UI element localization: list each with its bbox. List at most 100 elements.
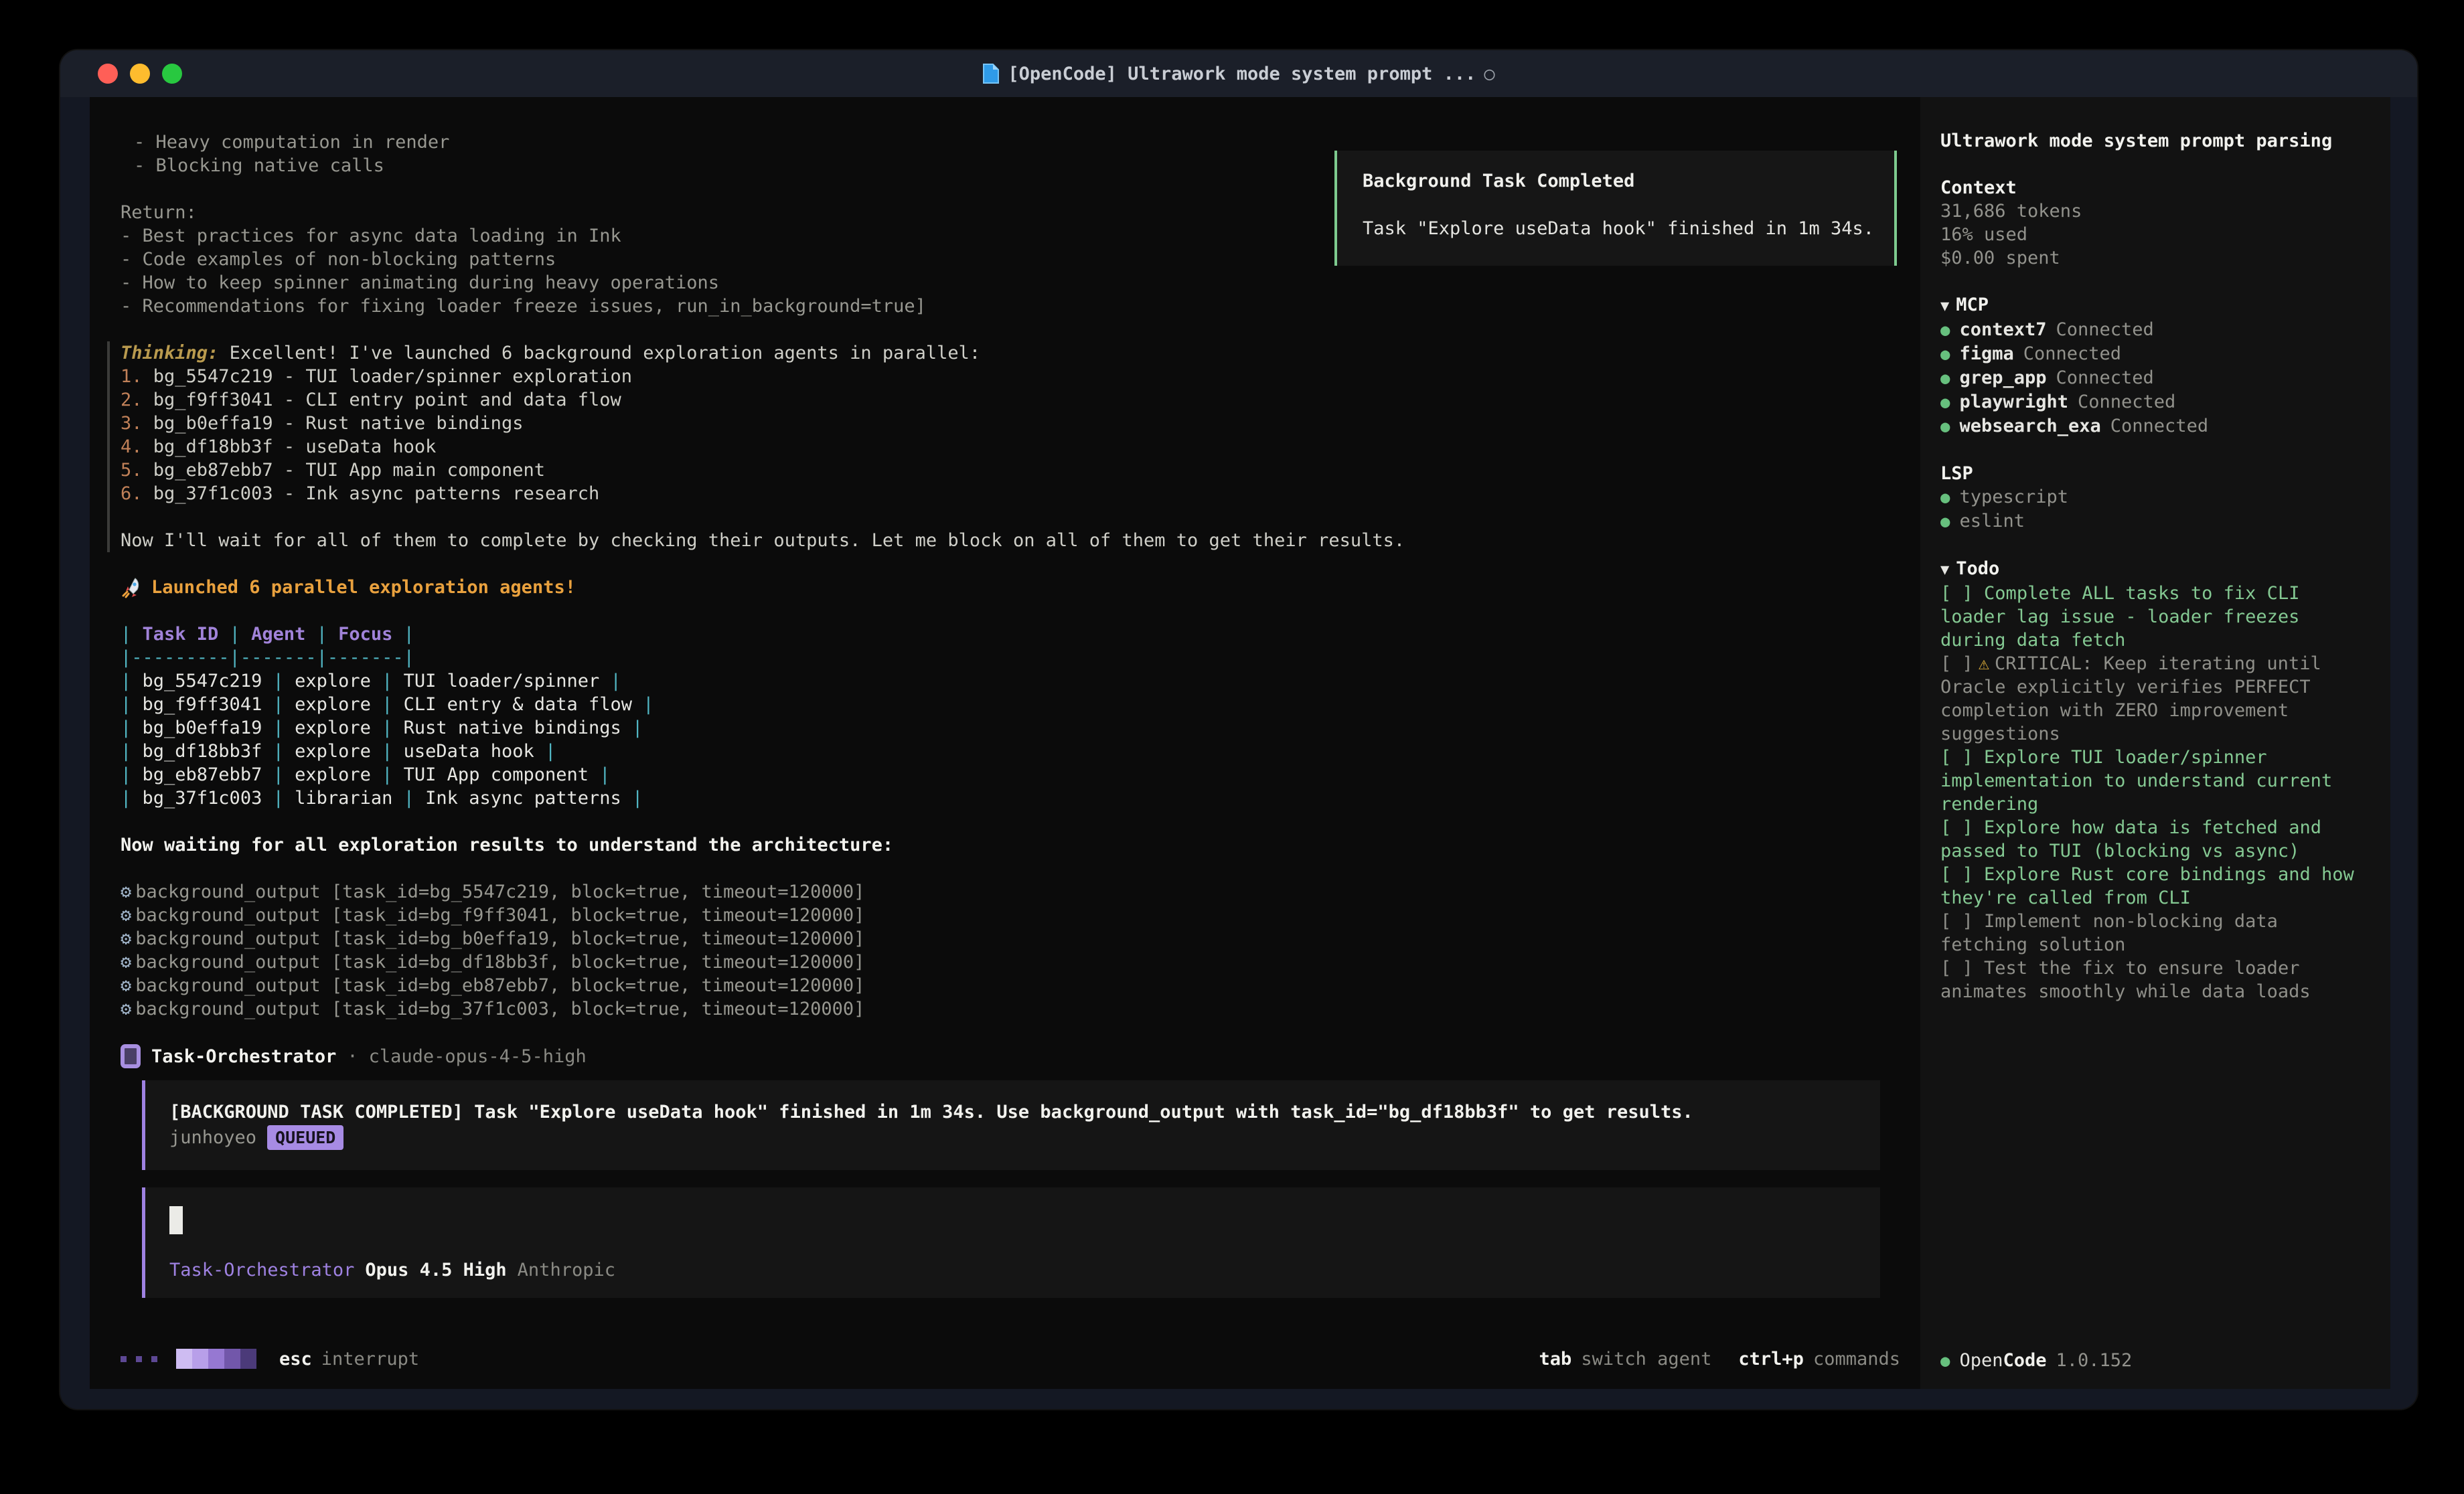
table-row: |bg_df18bb3f|explore|useData hook| — [121, 740, 1900, 763]
content-row: Background Task Completed Task "Explore … — [60, 97, 2417, 1409]
thinking-item: 4.bg_df18bb3f - useData hook — [121, 435, 1900, 459]
input-provider: Anthropic — [518, 1258, 615, 1282]
status-dot-icon: ● — [1940, 486, 1950, 509]
thinking-item: 3.bg_b0effa19 - Rust native bindings — [121, 412, 1900, 435]
todo-item: [ ] Implement non-blocking data fetching… — [1940, 910, 2360, 957]
todo-item: [ ] Explore TUI loader/spinner implement… — [1940, 746, 2360, 816]
chevron-down-icon[interactable]: ▼ — [1940, 562, 1956, 578]
table-pipe: | — [404, 624, 414, 645]
queued-message-text: [BACKGROUND TASK COMPLETED] Task "Explor… — [169, 1100, 1867, 1124]
input-model[interactable]: Opus 4.5 High — [365, 1258, 506, 1282]
lsp-server-row: ●eslint — [1940, 509, 2360, 533]
thinking-item: 2.bg_f9ff3041 - CLI entry point and data… — [121, 388, 1900, 412]
lsp-server-row: ●typescript — [1940, 485, 2360, 509]
agent-avatar-icon — [121, 1044, 141, 1068]
todo-item: [ ] Complete ALL tasks to fix CLI loader… — [1940, 582, 2360, 652]
notification-title: Background Task Completed — [1363, 171, 1894, 191]
agent-model: claude-opus-4-5-high — [369, 1045, 587, 1068]
notification-body: Task "Explore useData hook" finished in … — [1363, 218, 1894, 239]
tool-call-line: ⚙background_output [task_id=bg_37f1c003,… — [121, 997, 1900, 1021]
mcp-server-row: ●playwrightConnected — [1940, 390, 2360, 414]
main-statusbar: esc interrupt tab switch agent ctrl+p co… — [90, 1322, 1920, 1389]
rocket-icon — [121, 577, 142, 598]
status-dot-icon: ● — [1940, 343, 1950, 366]
context-tokens: 31,686 tokens — [1940, 199, 2360, 223]
tool-call-list: ⚙background_output [task_id=bg_5547c219,… — [121, 880, 1900, 1021]
status-dot-icon: ● — [1940, 391, 1950, 414]
warning-icon: ⚠ — [1973, 653, 1995, 674]
thinking-item: 1.bg_5547c219 - TUI loader/spinner explo… — [121, 365, 1900, 388]
table-row: |bg_5547c219|explore|TUI loader/spinner| — [121, 669, 1900, 693]
table-pipe: | — [121, 624, 131, 645]
window-title-text: [OpenCode] Ultrawork mode system prompt … — [1008, 64, 1476, 84]
terminal-window: [OpenCode] Ultrawork mode system prompt … — [60, 50, 2417, 1409]
queued-status-badge: QUEUED — [267, 1125, 343, 1150]
titlebar[interactable]: [OpenCode] Ultrawork mode system prompt … — [60, 50, 2417, 97]
status-dot-icon: ● — [1940, 319, 1950, 342]
thinking-intro: Thinking:Excellent! I've launched 6 back… — [121, 341, 1900, 365]
status-dot-icon: ● — [1940, 510, 1950, 533]
session-title: Ultrawork mode system prompt parsing — [1940, 129, 2360, 153]
agent-name: Task-Orchestrator — [151, 1045, 336, 1068]
tool-call-line: ⚙background_output [task_id=bg_5547c219,… — [121, 880, 1900, 904]
table-row: |bg_f9ff3041|explore|CLI entry & data fl… — [121, 693, 1900, 716]
gear-icon: ⚙ — [121, 999, 135, 1019]
queued-author: junhoyeo — [169, 1126, 256, 1149]
mcp-server-row: ●figmaConnected — [1940, 342, 2360, 366]
agent-footer: Task-Orchestrator · claude-opus-4-5-high — [121, 1044, 1900, 1068]
thinking-item: 5.bg_eb87ebb7 - TUI App main component — [121, 459, 1900, 482]
working-spinner — [121, 1349, 256, 1369]
tool-call-line: ⚙background_output [task_id=bg_b0effa19,… — [121, 927, 1900, 950]
mcp-section-header[interactable]: ▼MCP — [1940, 293, 2360, 318]
version-number: 1.0.152 — [2056, 1349, 2133, 1372]
tool-call-line: ⚙background_output [task_id=bg_df18bb3f,… — [121, 950, 1900, 974]
todo-item: [ ]⚠CRITICAL: Keep iterating until Oracl… — [1940, 652, 2360, 746]
conversation-scrollback[interactable]: - Heavy computation in render - Blocking… — [90, 97, 1920, 1322]
chevron-down-icon[interactable]: ▼ — [1940, 298, 1956, 315]
mcp-server-row: ●websearch_exaConnected — [1940, 414, 2360, 438]
context-spent: $0.00 spent — [1940, 246, 2360, 270]
thinking-item: 6.bg_37f1c003 - Ink async patterns resea… — [121, 482, 1900, 505]
mcp-server-row: ●context7Connected — [1940, 318, 2360, 342]
gear-icon: ⚙ — [121, 975, 135, 996]
proxy-circle-icon: ○ — [1484, 64, 1494, 84]
gear-icon: ⚙ — [121, 928, 135, 949]
context-heading: Context — [1940, 176, 2360, 199]
separator-dot: · — [347, 1045, 358, 1068]
opencode-version: ● OpenCode 1.0.152 — [1940, 1349, 2360, 1373]
sidebar: Ultrawork mode system prompt parsing Con… — [1920, 97, 2390, 1389]
todo-section-header[interactable]: ▼Todo — [1940, 557, 2360, 582]
lsp-heading: LSP — [1940, 462, 2360, 485]
status-dot-icon: ● — [1940, 367, 1950, 390]
queued-message[interactable]: [BACKGROUND TASK COMPLETED] Task "Explor… — [142, 1080, 1880, 1170]
tool-call-line: ⚙background_output [task_id=bg_f9ff3041,… — [121, 904, 1900, 927]
gear-icon: ⚙ — [121, 905, 135, 926]
mcp-server-row: ●grep_appConnected — [1940, 366, 2360, 390]
thinking-block: Thinking:Excellent! I've launched 6 back… — [107, 341, 1900, 552]
tool-call-line: ⚙background_output [task_id=bg_eb87ebb7,… — [121, 974, 1900, 997]
context-used: 16% used — [1940, 223, 2360, 246]
esc-hint: esc interrupt — [279, 1349, 419, 1370]
thinking-outro: Now I'll wait for all of them to complet… — [121, 529, 1861, 552]
prompt-input[interactable]: Task-Orchestrator Opus 4.5 High Anthropi… — [142, 1187, 1880, 1298]
table-row: |bg_37f1c003|librarian|Ink async pattern… — [121, 786, 1900, 810]
table-separator: |---------|-------|-------| — [121, 646, 1900, 669]
waiting-line: Now waiting for all exploration results … — [121, 833, 1900, 857]
table-row: |bg_b0effa19|explore|Rust native binding… — [121, 716, 1900, 740]
agents-table: |Task ID|Agent|Focus| |---------|-------… — [121, 622, 1900, 810]
input-agent-name[interactable]: Task-Orchestrator — [169, 1258, 354, 1282]
tool-result-line: - Recommendations for fixing loader free… — [121, 295, 1900, 318]
tool-result-line: - How to keep spinner animating during h… — [121, 271, 1900, 295]
tab-hint: tab switch agent — [1539, 1349, 1712, 1370]
table-pipe: | — [317, 624, 327, 645]
gear-icon: ⚙ — [121, 882, 135, 902]
todo-item: [ ] Explore Rust core bindings and how t… — [1940, 863, 2360, 910]
background-task-notification[interactable]: Background Task Completed Task "Explore … — [1334, 151, 1897, 266]
table-header-row: |Task ID|Agent|Focus| — [121, 622, 1900, 646]
window-title: [OpenCode] Ultrawork mode system prompt … — [60, 63, 2417, 84]
text-cursor — [169, 1206, 183, 1234]
status-dot-icon: ● — [1940, 415, 1950, 438]
gear-icon: ⚙ — [121, 952, 135, 973]
thinking-label: Thinking: — [121, 343, 218, 363]
ctrlp-hint: ctrl+p commands — [1738, 1349, 1900, 1370]
